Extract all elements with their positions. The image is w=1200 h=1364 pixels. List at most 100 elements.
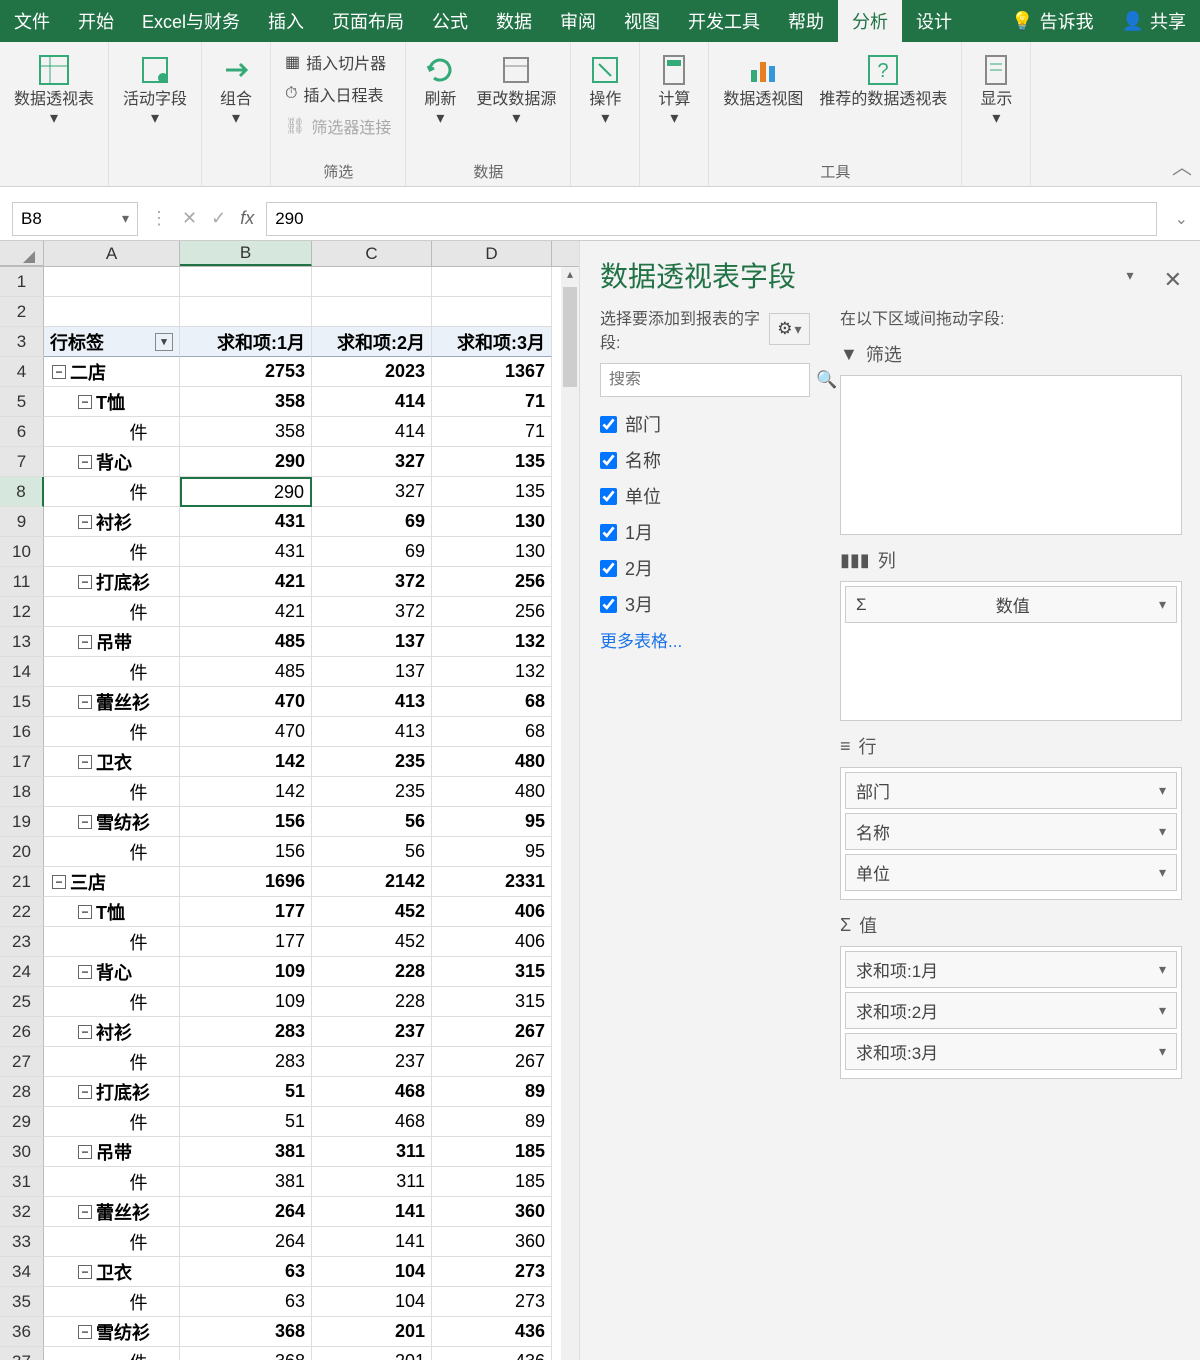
collapse-icon[interactable]: − (78, 905, 92, 919)
checkbox[interactable] (600, 488, 617, 505)
row-header[interactable]: 11 (0, 567, 44, 597)
cell[interactable]: 273 (432, 1257, 552, 1287)
row-header[interactable]: 10 (0, 537, 44, 567)
cell[interactable]: 件 (44, 717, 180, 747)
cell[interactable]: 283 (180, 1047, 312, 1077)
cell[interactable]: 行标签▾ (44, 327, 180, 357)
cell[interactable]: 436 (432, 1317, 552, 1347)
cell[interactable]: 156 (180, 807, 312, 837)
cell[interactable]: 132 (432, 627, 552, 657)
row-header[interactable]: 28 (0, 1077, 44, 1107)
cell[interactable]: 431 (180, 537, 312, 567)
cell[interactable]: 件 (44, 837, 180, 867)
checkbox[interactable] (600, 560, 617, 577)
cell[interactable]: 63 (180, 1257, 312, 1287)
collapse-icon[interactable]: − (52, 875, 66, 889)
cell[interactable]: 件 (44, 657, 180, 687)
filter-area[interactable] (840, 375, 1182, 535)
refresh-button[interactable]: 刷新▾ (416, 48, 464, 130)
cell[interactable]: 290 (180, 447, 312, 477)
row-header[interactable]: 34 (0, 1257, 44, 1287)
confirm-icon[interactable]: ✓ (211, 208, 226, 229)
cell[interactable]: 436 (432, 1347, 552, 1360)
cell[interactable]: 130 (432, 537, 552, 567)
area-item[interactable]: 求和项:1月▾ (845, 951, 1177, 988)
cell[interactable]: 135 (432, 447, 552, 477)
cell[interactable]: 177 (180, 927, 312, 957)
cell[interactable]: 264 (180, 1227, 312, 1257)
area-item[interactable]: 求和项:3月▾ (845, 1033, 1177, 1070)
row-header[interactable]: 22 (0, 897, 44, 927)
menu-tab-视图[interactable]: 视图 (610, 0, 674, 42)
cell[interactable]: 109 (180, 957, 312, 987)
ribbon-collapse-icon[interactable]: ︿ (1172, 151, 1192, 180)
chevron-down-icon[interactable]: ▾ (1159, 782, 1166, 799)
cell[interactable]: 56 (312, 837, 432, 867)
cell[interactable]: 360 (432, 1227, 552, 1257)
row-header[interactable]: 19 (0, 807, 44, 837)
gear-button[interactable]: ⚙▾ (769, 313, 810, 345)
menu-tab-设计[interactable]: 设计 (902, 0, 966, 42)
cell[interactable]: 468 (312, 1077, 432, 1107)
row-header[interactable]: 24 (0, 957, 44, 987)
cell[interactable]: 381 (180, 1137, 312, 1167)
cell[interactable]: −雪纺衫 (44, 807, 180, 837)
expand-formula-icon[interactable]: ⌄ (1169, 209, 1188, 229)
collapse-icon[interactable]: − (78, 755, 92, 769)
area-item[interactable]: 名称▾ (845, 813, 1177, 850)
cell[interactable]: 件 (44, 597, 180, 627)
cell[interactable]: 56 (312, 807, 432, 837)
cell[interactable] (44, 297, 180, 327)
cell[interactable]: 273 (432, 1287, 552, 1317)
cell[interactable]: −打底衫 (44, 1077, 180, 1107)
cell[interactable]: 485 (180, 627, 312, 657)
row-header[interactable]: 29 (0, 1107, 44, 1137)
calc-button[interactable]: 计算▾ (650, 48, 698, 130)
more-tables-link[interactable]: 更多表格... (600, 627, 810, 652)
cell[interactable]: 177 (180, 897, 312, 927)
cell[interactable]: 137 (312, 627, 432, 657)
spreadsheet-grid[interactable]: ABCD 123行标签▾求和项:1月求和项:2月求和项:3月4−二店275320… (0, 241, 580, 1360)
cell[interactable]: 372 (312, 597, 432, 627)
cell[interactable]: −打底衫 (44, 567, 180, 597)
cell[interactable]: 327 (312, 447, 432, 477)
cell[interactable]: 358 (180, 387, 312, 417)
col-header-C[interactable]: C (312, 241, 432, 266)
show-button[interactable]: 显示▾ (972, 48, 1020, 130)
menu-tab-审阅[interactable]: 审阅 (546, 0, 610, 42)
field-checkbox-单位[interactable]: 单位 (600, 483, 810, 509)
cell[interactable]: 235 (312, 777, 432, 807)
select-all-corner[interactable] (0, 241, 44, 266)
cell[interactable]: 求和项:3月 (432, 327, 552, 357)
cell[interactable]: 2142 (312, 867, 432, 897)
vertical-scrollbar[interactable]: ▴ (561, 267, 579, 1360)
field-checkbox-2月[interactable]: 2月 (600, 555, 810, 581)
cell[interactable]: 470 (180, 717, 312, 747)
collapse-icon[interactable]: − (78, 815, 92, 829)
row-header[interactable]: 31 (0, 1167, 44, 1197)
cell[interactable] (432, 297, 552, 327)
cell[interactable]: 452 (312, 897, 432, 927)
row-header[interactable]: 23 (0, 927, 44, 957)
cell[interactable]: −背心 (44, 957, 180, 987)
cell[interactable]: 89 (432, 1077, 552, 1107)
menu-tab-文件[interactable]: 文件 (0, 0, 64, 42)
menu-tab-数据[interactable]: 数据 (482, 0, 546, 42)
checkbox[interactable] (600, 416, 617, 433)
cell[interactable]: 1696 (180, 867, 312, 897)
cell[interactable]: 414 (312, 387, 432, 417)
cell[interactable]: 68 (432, 687, 552, 717)
cell[interactable]: 452 (312, 927, 432, 957)
cell[interactable]: 件 (44, 1227, 180, 1257)
cell[interactable]: 89 (432, 1107, 552, 1137)
search-input[interactable] (609, 371, 816, 389)
cell[interactable]: 421 (180, 567, 312, 597)
cell[interactable]: 104 (312, 1257, 432, 1287)
chevron-down-icon[interactable]: ▾ (1159, 823, 1166, 840)
row-header[interactable]: 15 (0, 687, 44, 717)
cell[interactable]: 1367 (432, 357, 552, 387)
cell[interactable]: 件 (44, 1167, 180, 1197)
row-header[interactable]: 1 (0, 267, 44, 297)
collapse-icon[interactable]: − (52, 365, 66, 379)
cell[interactable]: 201 (312, 1347, 432, 1360)
